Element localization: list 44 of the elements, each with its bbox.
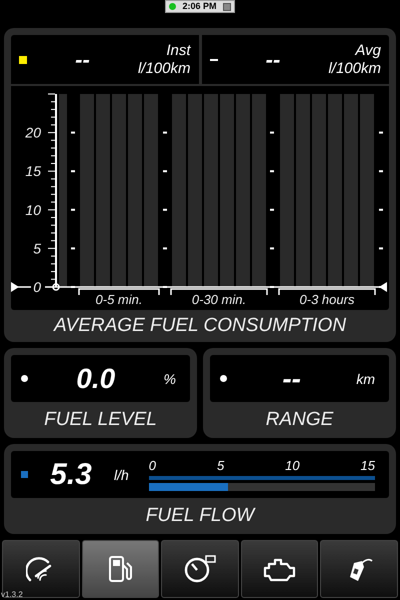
unit-label: l/h bbox=[114, 466, 129, 482]
readout-label: Inst bbox=[165, 42, 190, 60]
version-label: v1.3.2 bbox=[1, 590, 23, 599]
y-tick-label: 20 bbox=[25, 124, 41, 141]
panel-title: AVERAGE FUEL CONSUMPTION bbox=[52, 314, 348, 338]
unit-label: l/100km bbox=[328, 60, 381, 78]
unit-label: km bbox=[356, 370, 375, 386]
speedometer-icon bbox=[184, 555, 216, 583]
nav-button[interactable] bbox=[2, 540, 80, 598]
readout-value: -- bbox=[281, 362, 302, 394]
x-category-label: 0-30 min. bbox=[192, 292, 246, 307]
readout-value: -- bbox=[264, 46, 282, 72]
readout-label: Avg bbox=[354, 42, 381, 60]
nav-button[interactable] bbox=[82, 540, 160, 598]
readout-value: 0.0 bbox=[75, 362, 116, 394]
status-dot bbox=[220, 375, 227, 382]
nav-button[interactable] bbox=[320, 540, 398, 598]
readout-value: -- bbox=[74, 46, 91, 72]
square-icon bbox=[222, 2, 230, 10]
scale-label: 10 bbox=[285, 458, 300, 472]
status-dot bbox=[169, 3, 176, 10]
y-tick-label: 0 bbox=[33, 279, 41, 295]
status-dot bbox=[21, 375, 28, 382]
clock-time: 2:06 PM bbox=[182, 1, 216, 12]
fuel-pump-icon bbox=[107, 555, 134, 583]
y-tick-label: 10 bbox=[25, 202, 41, 218]
nav-button[interactable] bbox=[240, 540, 318, 598]
panel-title: RANGE bbox=[264, 408, 334, 432]
panel-title: FUEL LEVEL bbox=[43, 408, 158, 432]
legend-square bbox=[21, 471, 28, 478]
x-category-label: 0-3 hours bbox=[300, 292, 354, 307]
readout-value: 5.3 bbox=[49, 458, 93, 492]
scale-label: 5 bbox=[216, 458, 224, 472]
unit-label: % bbox=[164, 370, 176, 386]
nav-button[interactable] bbox=[161, 540, 239, 598]
y-tick-label: 15 bbox=[25, 163, 41, 180]
engine-icon bbox=[262, 556, 297, 582]
unit-label: l/100km bbox=[138, 60, 190, 78]
scale-label: 15 bbox=[360, 458, 375, 472]
panel-title: FUEL FLOW bbox=[144, 504, 256, 528]
x-category-label: 0-5 min. bbox=[96, 292, 142, 307]
origin-marker bbox=[52, 283, 60, 291]
y-tick-label: 5 bbox=[33, 240, 41, 256]
scale-label: 0 bbox=[148, 458, 156, 472]
